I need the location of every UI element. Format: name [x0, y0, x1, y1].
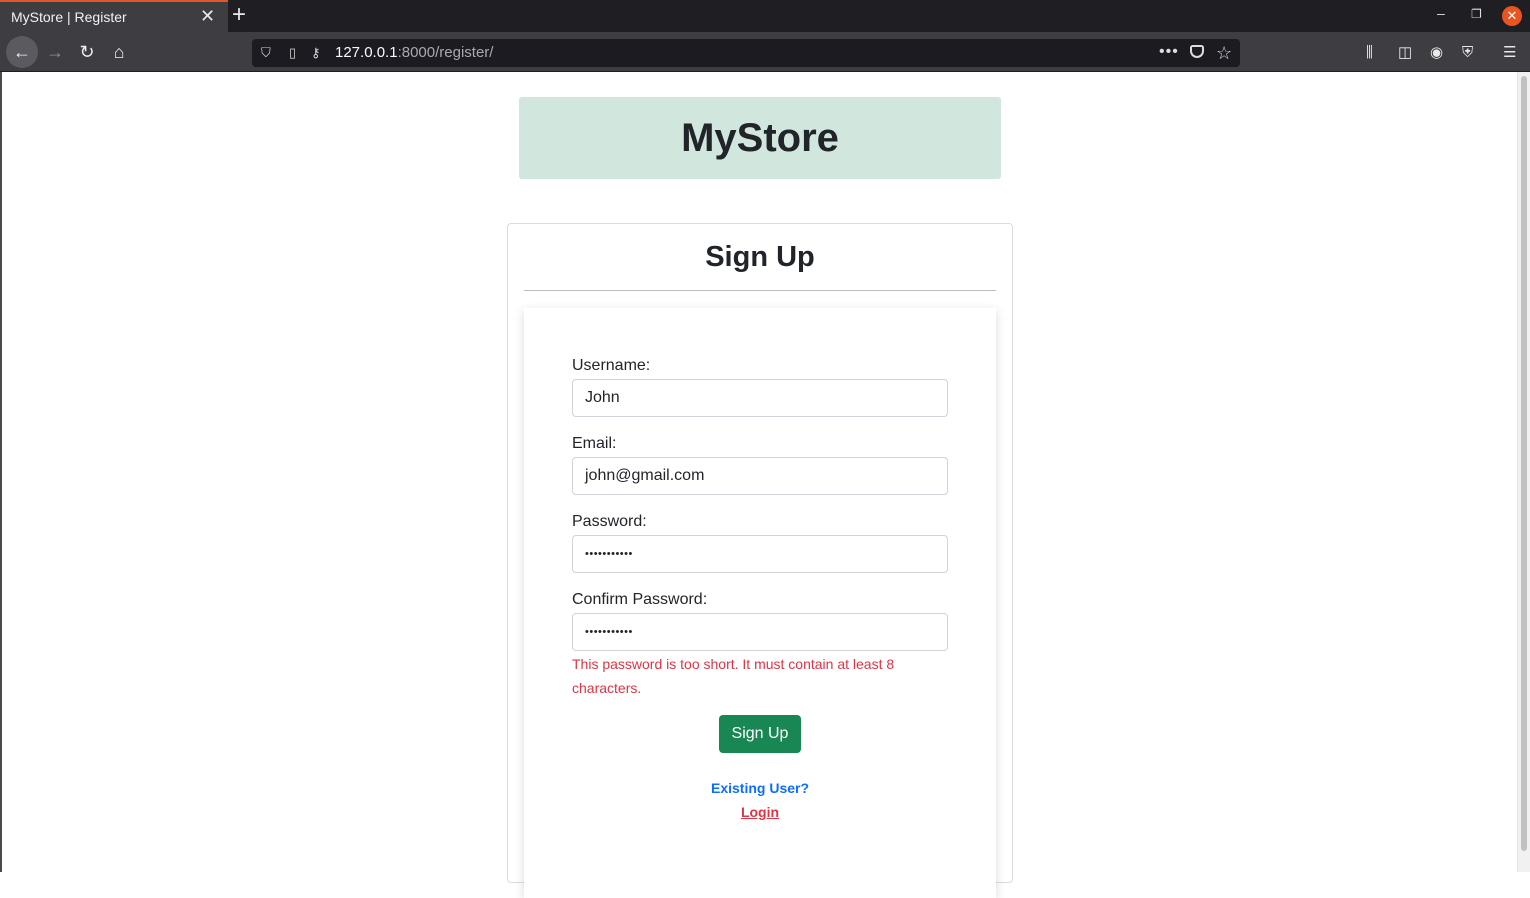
library-icon[interactable]: ⫼	[1366, 44, 1373, 62]
page-icon[interactable]: ▯	[289, 39, 296, 67]
back-icon[interactable]: ←	[6, 36, 38, 68]
sign-up-button[interactable]: Sign Up	[719, 715, 801, 753]
more-icon[interactable]: •••	[1159, 39, 1179, 65]
new-tab-icon[interactable]: +	[232, 2, 246, 28]
sidebar-icon[interactable]: ◫	[1398, 44, 1412, 62]
url-bar[interactable]: ⛉ ▯ ⚷ 127.0.0.1:8000/register/ ••• ☆	[252, 39, 1240, 67]
brand-header: MyStore	[519, 97, 1001, 179]
reload-icon[interactable]: ↻	[76, 37, 98, 67]
active-tab[interactable]: MyStore | Register ✕	[0, 0, 228, 32]
password-error-message: This password is too short. It must cont…	[572, 656, 895, 696]
password-label: Password:	[572, 513, 647, 530]
key-icon[interactable]: ⚷	[311, 39, 321, 67]
scrollbar-thumb[interactable]	[1521, 76, 1527, 851]
existing-user-text: Existing User?	[710, 780, 810, 796]
email-input[interactable]: john@gmail.com	[572, 457, 948, 495]
url-host: 127.0.0.1	[335, 44, 398, 61]
window-close-icon[interactable]: ✕	[1502, 6, 1522, 26]
shield-icon[interactable]: ⛉	[261, 39, 271, 67]
email-label: Email:	[572, 435, 617, 452]
forward-icon[interactable]: →	[44, 37, 66, 67]
brand-title: MyStore	[681, 116, 839, 160]
url-path: :8000/register/	[397, 44, 494, 61]
login-link[interactable]: Login	[0, 804, 1520, 820]
bookmark-star-icon[interactable]: ☆	[1216, 39, 1232, 67]
tab-title: MyStore | Register	[11, 9, 127, 25]
minimize-icon[interactable]: –	[1437, 5, 1445, 21]
home-icon[interactable]: ⌂	[108, 37, 130, 67]
confirm-password-input[interactable]: •••••••••••	[572, 613, 948, 651]
username-input[interactable]: John	[572, 379, 948, 417]
divider	[524, 290, 996, 291]
restore-icon[interactable]: ❐	[1471, 7, 1482, 21]
pocket-icon[interactable]	[1190, 45, 1204, 58]
window-edge	[0, 72, 2, 872]
account-icon[interactable]: ◉	[1430, 44, 1443, 62]
tab-strip: MyStore | Register ✕ + – ❐ ✕	[0, 0, 1530, 32]
confirm-password-label: Confirm Password:	[572, 591, 708, 608]
password-input[interactable]: •••••••••••	[572, 535, 948, 573]
url-text[interactable]: 127.0.0.1:8000/register/	[335, 39, 493, 67]
card-title: Sign Up	[705, 241, 815, 273]
username-label: Username:	[572, 357, 651, 374]
menu-icon[interactable]: ☰	[1503, 44, 1516, 62]
close-tab-icon[interactable]: ✕	[200, 6, 215, 26]
extension-icon[interactable]: ⛨	[1462, 44, 1473, 62]
scrollbar[interactable]	[1517, 72, 1530, 872]
